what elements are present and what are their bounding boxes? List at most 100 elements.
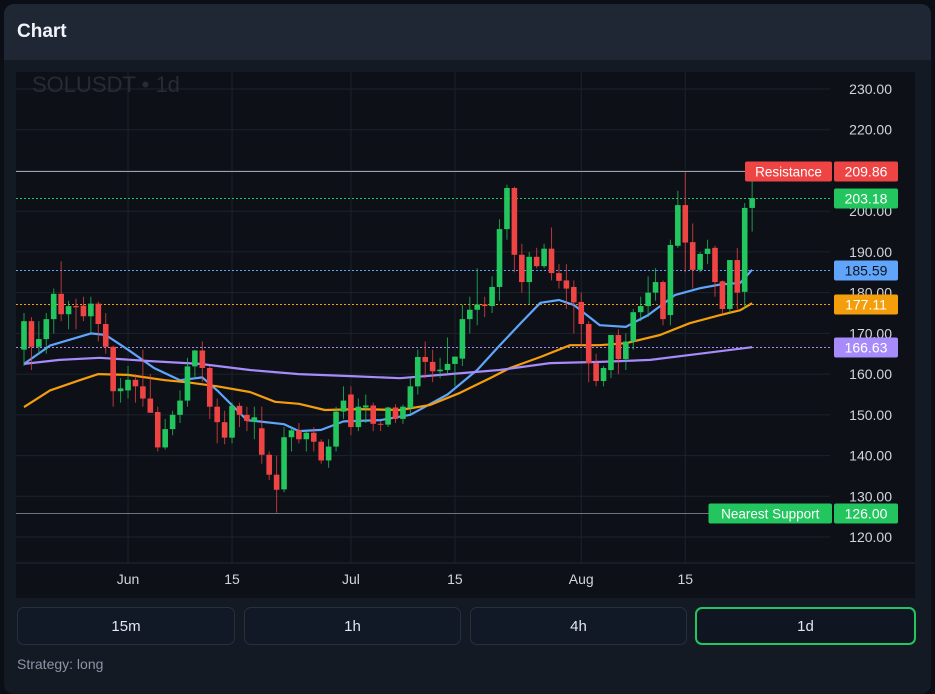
candle-up bbox=[608, 335, 614, 379]
timeframe-4h-button[interactable]: 4h bbox=[470, 607, 687, 645]
candle-body bbox=[727, 260, 733, 309]
candle-body bbox=[519, 254, 525, 283]
candle-up bbox=[355, 398, 362, 432]
candle-body bbox=[80, 305, 87, 317]
price-level-lines bbox=[16, 171, 830, 514]
candle-body bbox=[585, 324, 592, 364]
candle-down bbox=[273, 455, 280, 513]
candle-body bbox=[273, 474, 280, 490]
timeframe-15m-button[interactable]: 15m bbox=[17, 607, 235, 645]
candle-body bbox=[244, 414, 250, 421]
candle-up bbox=[281, 427, 287, 493]
candle-down bbox=[377, 420, 384, 432]
candle-body bbox=[556, 273, 562, 281]
candle-body bbox=[407, 386, 414, 408]
candle-up bbox=[704, 239, 711, 265]
candle-up bbox=[697, 251, 703, 273]
candle-up bbox=[400, 404, 406, 424]
candle-down bbox=[73, 298, 79, 330]
candle-body bbox=[348, 394, 354, 428]
candle-body bbox=[400, 406, 406, 419]
candle-body bbox=[117, 388, 124, 392]
candle-body bbox=[697, 253, 703, 270]
candle-body bbox=[73, 306, 79, 308]
candle-up bbox=[489, 276, 495, 314]
candle-down bbox=[682, 172, 689, 273]
candle-down bbox=[689, 223, 696, 289]
time-tick-label: 15 bbox=[224, 571, 240, 587]
timeframe-1d-button[interactable]: 1d bbox=[695, 607, 916, 645]
time-tick-label: Jul bbox=[342, 571, 360, 587]
candle-body bbox=[481, 304, 488, 307]
price-chart[interactable]: SOLUSDT • 1d 230.00220.00210.00200.00190… bbox=[16, 72, 915, 598]
timeframe-1h-button[interactable]: 1h bbox=[244, 607, 461, 645]
candle-down bbox=[392, 404, 399, 423]
candle-up bbox=[251, 406, 258, 440]
candle-body bbox=[526, 256, 533, 283]
candle-body bbox=[28, 321, 35, 347]
candle-body bbox=[548, 248, 555, 274]
candle-down bbox=[719, 280, 726, 314]
candle-up bbox=[117, 378, 124, 403]
candle-body bbox=[102, 324, 109, 347]
candle-down bbox=[712, 245, 718, 297]
candle-up bbox=[125, 365, 131, 399]
candle-body bbox=[511, 187, 518, 255]
candle-up bbox=[184, 357, 191, 407]
candle-up bbox=[504, 184, 510, 240]
candle-body bbox=[437, 369, 443, 372]
candle-body bbox=[652, 282, 659, 293]
candle-down bbox=[615, 329, 622, 375]
candle-body bbox=[43, 319, 50, 340]
candle-body bbox=[140, 386, 146, 399]
candle-body bbox=[310, 432, 317, 442]
resistance-label: Resistance bbox=[755, 165, 822, 180]
candle-body bbox=[459, 319, 466, 359]
candle-body bbox=[229, 405, 235, 438]
candle-body bbox=[719, 281, 726, 309]
ma-mid-value: 177.11 bbox=[845, 297, 887, 313]
candle-down bbox=[481, 296, 488, 318]
candle-body bbox=[489, 286, 495, 307]
candle-up bbox=[645, 276, 651, 318]
candle-down bbox=[244, 406, 250, 432]
time-axis[interactable]: Jun 15 Jul 15 Aug 15 bbox=[117, 571, 694, 587]
candle-body bbox=[177, 400, 183, 415]
candle-up bbox=[50, 288, 57, 334]
candle-up bbox=[385, 406, 391, 428]
candle-up bbox=[467, 296, 473, 334]
candle-body bbox=[236, 405, 243, 415]
candle-body bbox=[88, 303, 94, 317]
candle-down bbox=[585, 321, 592, 383]
candle-body bbox=[65, 306, 72, 315]
candle-body bbox=[741, 207, 748, 292]
candle-down bbox=[147, 374, 154, 413]
candle-down bbox=[318, 439, 324, 464]
candle-body bbox=[154, 411, 161, 448]
candle-body bbox=[169, 414, 176, 430]
candle-body bbox=[392, 407, 399, 419]
price-tick-label: 120.00 bbox=[849, 529, 892, 545]
candle-body bbox=[325, 446, 332, 461]
candle-body bbox=[50, 293, 57, 320]
candle-body bbox=[132, 379, 139, 387]
candle-body bbox=[593, 363, 599, 382]
candle-down bbox=[154, 406, 161, 452]
time-tick-label: 15 bbox=[447, 571, 463, 587]
price-tick-label: 190.00 bbox=[849, 244, 892, 260]
time-tick-label: Jun bbox=[117, 571, 140, 587]
candle-body bbox=[21, 321, 27, 350]
time-tick-label: 15 bbox=[677, 571, 693, 587]
candle-down bbox=[102, 313, 109, 354]
candle-down bbox=[206, 365, 213, 419]
last-price-value: 203.18 bbox=[845, 191, 888, 207]
candle-up bbox=[325, 439, 332, 468]
candle-down bbox=[236, 402, 243, 428]
candle-down bbox=[132, 374, 139, 403]
candle-body bbox=[682, 205, 689, 243]
candle-down bbox=[593, 353, 599, 387]
candle-up bbox=[88, 296, 94, 334]
price-tick-label: 230.00 bbox=[849, 81, 892, 97]
candle-body bbox=[600, 368, 607, 382]
support-value: 126.00 bbox=[845, 506, 888, 522]
